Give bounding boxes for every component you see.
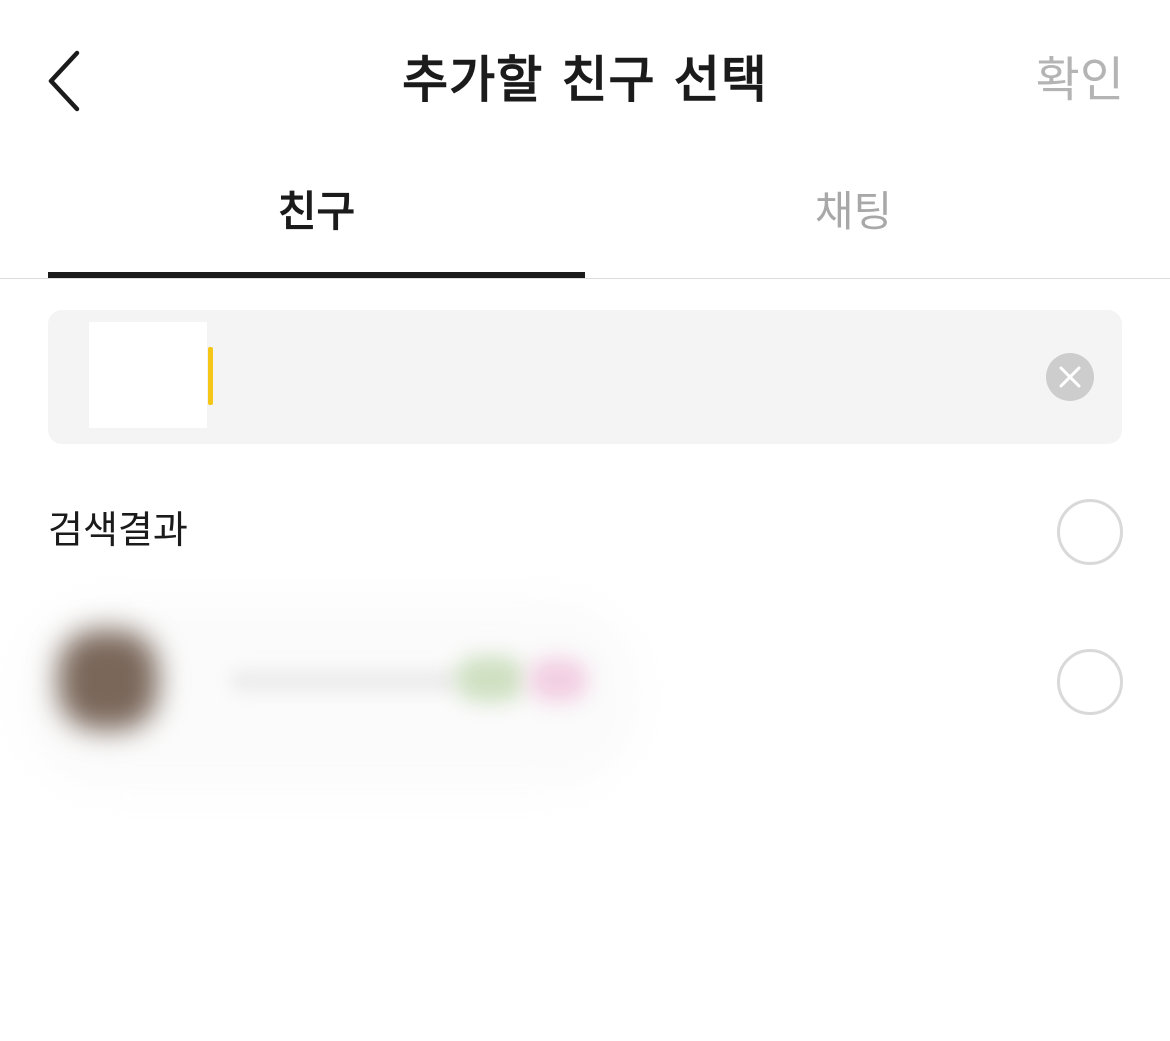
blurred-badge [528, 658, 588, 702]
tab-chats[interactable]: 채팅 [585, 182, 1122, 278]
clear-search-button[interactable] [1046, 353, 1094, 401]
search-bar [48, 310, 1122, 444]
list-item[interactable] [0, 590, 1170, 790]
redacted-search-text [89, 322, 207, 428]
avatar [58, 630, 158, 730]
header: 추가할 친구 선택 확인 [0, 0, 1170, 160]
blurred-badge [455, 656, 525, 702]
select-all-checkbox[interactable] [1057, 499, 1123, 565]
tab-friends[interactable]: 친구 [48, 182, 585, 278]
page-title: 추가할 친구 선택 [402, 51, 768, 109]
confirm-button[interactable]: 확인 [1036, 44, 1124, 116]
screen: 추가할 친구 선택 확인 친구 채팅 검색결과 [0, 0, 1170, 1041]
select-friend-checkbox[interactable] [1057, 649, 1123, 715]
active-tab-indicator [48, 272, 585, 278]
text-caret [208, 347, 213, 405]
close-icon [1059, 366, 1081, 388]
tab-bar: 친구 채팅 [0, 160, 1170, 279]
search-results-label: 검색결과 [48, 508, 188, 552]
friend-name-redacted [230, 670, 460, 692]
search-input[interactable] [89, 322, 1049, 428]
